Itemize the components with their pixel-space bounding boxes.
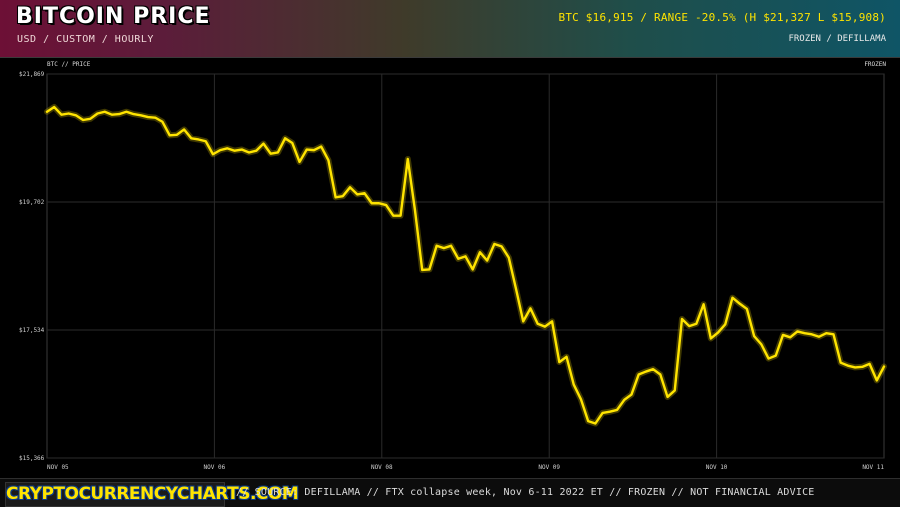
x-tick-label: NOV 10 xyxy=(706,464,728,471)
plot-frame xyxy=(46,73,885,459)
price-chart: $15,366 $17,534 $19,702 $21,869 NOV 05 NOV 06… xyxy=(19,71,887,471)
footer-bar: CRYPTOCURRENCYCHARTS.COM // SOURCE: DEFI… xyxy=(0,478,900,507)
x-tick-label: NOV 11 xyxy=(862,464,884,471)
x-tick-label: NOV 08 xyxy=(371,464,393,471)
x-tick-label: NOV 05 xyxy=(47,464,69,471)
footer-note: // SOURCE: DEFILLAMA // FTX collapse wee… xyxy=(236,487,815,498)
price-line xyxy=(45,105,886,425)
y-tick-label: $15,366 xyxy=(19,455,45,462)
site-logo[interactable]: CRYPTOCURRENCYCHARTS.COM xyxy=(5,482,299,507)
x-tick-label: NOV 09 xyxy=(538,464,560,471)
y-tick-label: $21,869 xyxy=(19,71,45,78)
x-tick-label: NOV 06 xyxy=(204,464,226,471)
y-tick-label: $19,702 xyxy=(19,199,45,206)
y-tick-label: $17,534 xyxy=(19,327,45,334)
price-line-glow xyxy=(44,104,887,427)
